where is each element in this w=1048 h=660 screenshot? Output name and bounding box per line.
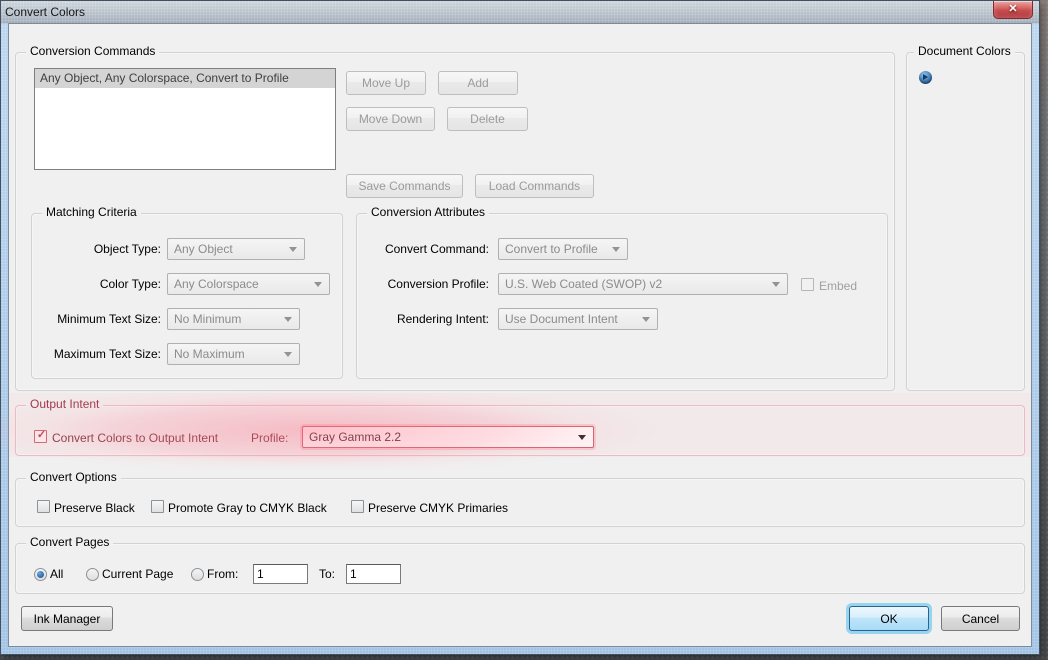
embed-label: Embed xyxy=(819,279,858,293)
output-profile-value: Gray Gamma 2.2 xyxy=(309,430,402,444)
title-bar[interactable]: Convert Colors xyxy=(1,1,1037,22)
pages-all-label: All xyxy=(50,567,64,581)
convert-command-value: Convert to Profile xyxy=(505,242,598,256)
promote-gray-checkbox[interactable] xyxy=(151,500,164,513)
rendering-intent-value: Use Document Intent xyxy=(505,312,618,326)
chevron-down-icon xyxy=(642,316,650,322)
color-type-label: Color Type: xyxy=(99,277,161,291)
conversion-profile-label: Conversion Profile: xyxy=(387,277,489,291)
desktop-background: Convert Colors ✕ Conversion Commands Any… xyxy=(0,0,1048,660)
min-text-size-value: No Minimum xyxy=(174,312,242,326)
promote-gray-label: Promote Gray to CMYK Black xyxy=(168,501,327,515)
rendering-intent-label: Rendering Intent: xyxy=(396,312,489,326)
pages-current-label: Current Page xyxy=(102,567,174,581)
load-commands-button[interactable]: Load Commands xyxy=(475,174,594,198)
pages-current-radio[interactable] xyxy=(86,568,99,581)
profile-label: Profile: xyxy=(251,431,289,445)
min-text-size-select: No Minimum xyxy=(167,308,300,330)
color-type-value: Any Colorspace xyxy=(174,277,259,291)
conversion-attributes-legend: Conversion Attributes xyxy=(367,205,490,219)
to-page-input[interactable] xyxy=(346,564,401,584)
chevron-down-icon xyxy=(612,246,620,252)
convert-to-output-intent-label: Convert Colors to Output Intent xyxy=(52,431,219,445)
output-profile-select[interactable]: Gray Gamma 2.2 xyxy=(302,426,594,448)
max-text-size-select: No Maximum xyxy=(167,343,300,365)
chevron-down-icon xyxy=(578,434,586,440)
move-up-button[interactable]: Move Up xyxy=(346,71,426,95)
preserve-black-label: Preserve Black xyxy=(54,501,135,515)
color-type-select: Any Colorspace xyxy=(167,273,330,295)
close-button[interactable]: ✕ xyxy=(993,1,1033,19)
convert-command-label: Convert Command: xyxy=(384,242,489,256)
move-down-button[interactable]: Move Down xyxy=(346,107,435,131)
document-colors-legend: Document Colors xyxy=(914,44,1015,58)
conversion-commands-legend: Conversion Commands xyxy=(26,44,160,58)
cancel-button[interactable]: Cancel xyxy=(941,606,1020,631)
object-type-value: Any Object xyxy=(174,242,233,256)
max-text-size-value: No Maximum xyxy=(174,347,245,361)
color-sphere-icon[interactable] xyxy=(919,71,932,84)
to-label: To: xyxy=(319,567,336,581)
convert-options-group: Convert Options xyxy=(15,470,1025,527)
object-type-label: Object Type: xyxy=(93,242,161,256)
pages-all-radio[interactable] xyxy=(34,568,47,581)
pages-from-label: From: xyxy=(207,567,239,581)
expand-arrow-icon xyxy=(923,74,928,80)
pages-from-radio[interactable] xyxy=(191,568,204,581)
max-text-size-label: Maximum Text Size: xyxy=(53,347,161,361)
output-intent-legend: Output Intent xyxy=(26,397,104,411)
chevron-down-icon xyxy=(772,281,780,287)
object-type-select: Any Object xyxy=(167,238,305,260)
ok-button[interactable]: OK xyxy=(849,606,929,631)
convert-options-legend: Convert Options xyxy=(26,470,121,484)
check-icon: ✓ xyxy=(36,429,47,441)
from-page-input[interactable] xyxy=(253,564,308,584)
embed-checkbox xyxy=(801,278,814,291)
preserve-cmyk-label: Preserve CMYK Primaries xyxy=(368,501,509,515)
ink-manager-button[interactable]: Ink Manager xyxy=(21,606,113,631)
add-button[interactable]: Add xyxy=(438,71,518,95)
chevron-down-icon xyxy=(284,351,292,357)
conversion-profile-value: U.S. Web Coated (SWOP) v2 xyxy=(505,277,663,291)
convert-to-output-intent-checkbox[interactable]: ✓ xyxy=(34,429,47,443)
commands-list[interactable]: Any Object, Any Colorspace, Convert to P… xyxy=(34,68,336,170)
preserve-black-checkbox[interactable] xyxy=(37,500,50,513)
chevron-down-icon xyxy=(289,246,297,252)
convert-pages-legend: Convert Pages xyxy=(26,535,114,549)
convert-colors-dialog: Convert Colors ✕ Conversion Commands Any… xyxy=(0,0,1040,655)
conversion-profile-select: U.S. Web Coated (SWOP) v2 xyxy=(498,273,788,295)
matching-criteria-legend: Matching Criteria xyxy=(42,205,141,219)
rendering-intent-select: Use Document Intent xyxy=(498,308,658,330)
chevron-down-icon xyxy=(314,281,322,287)
preserve-cmyk-checkbox[interactable] xyxy=(351,500,364,513)
delete-button[interactable]: Delete xyxy=(447,107,528,131)
document-colors-group: Document Colors xyxy=(906,44,1025,391)
close-icon: ✕ xyxy=(1008,3,1018,15)
save-commands-button[interactable]: Save Commands xyxy=(346,174,463,198)
convert-command-select: Convert to Profile xyxy=(498,238,628,260)
min-text-size-label: Minimum Text Size: xyxy=(57,312,161,326)
window-title: Convert Colors xyxy=(5,5,86,19)
chevron-down-icon xyxy=(284,316,292,322)
list-item[interactable]: Any Object, Any Colorspace, Convert to P… xyxy=(35,69,335,88)
